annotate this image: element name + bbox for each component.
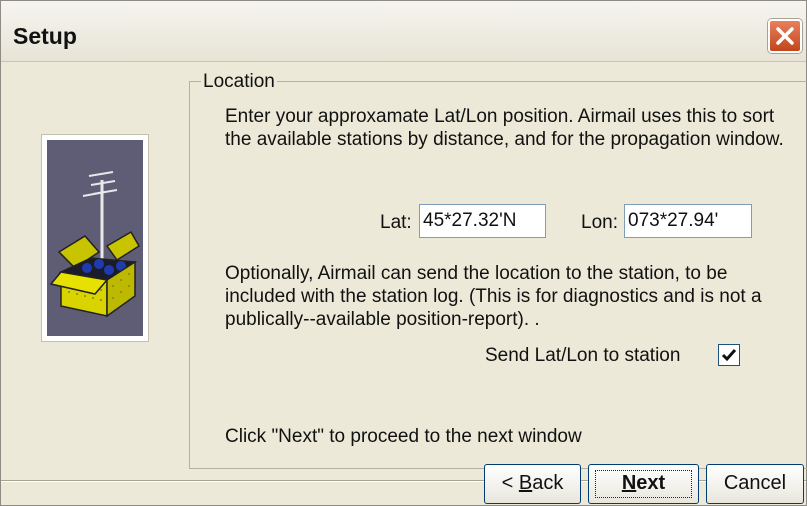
back-prefix: < <box>501 472 519 494</box>
lon-input[interactable] <box>624 204 752 238</box>
antenna-mailbox-illustration <box>49 171 141 318</box>
setup-dialog: Setup Location Enter your approxamate La… <box>0 0 807 506</box>
next-label-rest: ext <box>636 472 666 494</box>
lat-label: Lat: <box>380 212 412 233</box>
optional-description: Optionally, Airmail can send the locatio… <box>225 263 762 330</box>
checkmark-icon <box>721 349 737 362</box>
title-bar[interactable]: Setup <box>1 1 806 62</box>
next-hint: Click "Next" to proceed to the next wind… <box>225 426 582 447</box>
send-latlon-label: Send Lat/Lon to station <box>485 345 681 366</box>
next-accelerator: N <box>621 472 637 494</box>
location-description: Enter your approxamate Lat/Lon position.… <box>225 106 784 150</box>
back-button[interactable]: < Back <box>484 464 581 504</box>
window-title: Setup <box>13 23 77 49</box>
send-latlon-checkbox[interactable] <box>718 344 740 366</box>
cancel-button[interactable]: Cancel <box>706 464 804 504</box>
back-label-rest: ack <box>532 472 564 494</box>
illustration-background <box>47 140 143 336</box>
lat-input[interactable] <box>419 204 546 238</box>
close-icon <box>776 27 794 45</box>
lon-label: Lon: <box>581 212 618 233</box>
close-button[interactable] <box>768 19 802 53</box>
wizard-illustration <box>41 134 149 342</box>
next-button[interactable]: Next <box>588 464 699 504</box>
location-group-label: Location <box>201 71 277 93</box>
back-accelerator: B <box>518 472 533 494</box>
